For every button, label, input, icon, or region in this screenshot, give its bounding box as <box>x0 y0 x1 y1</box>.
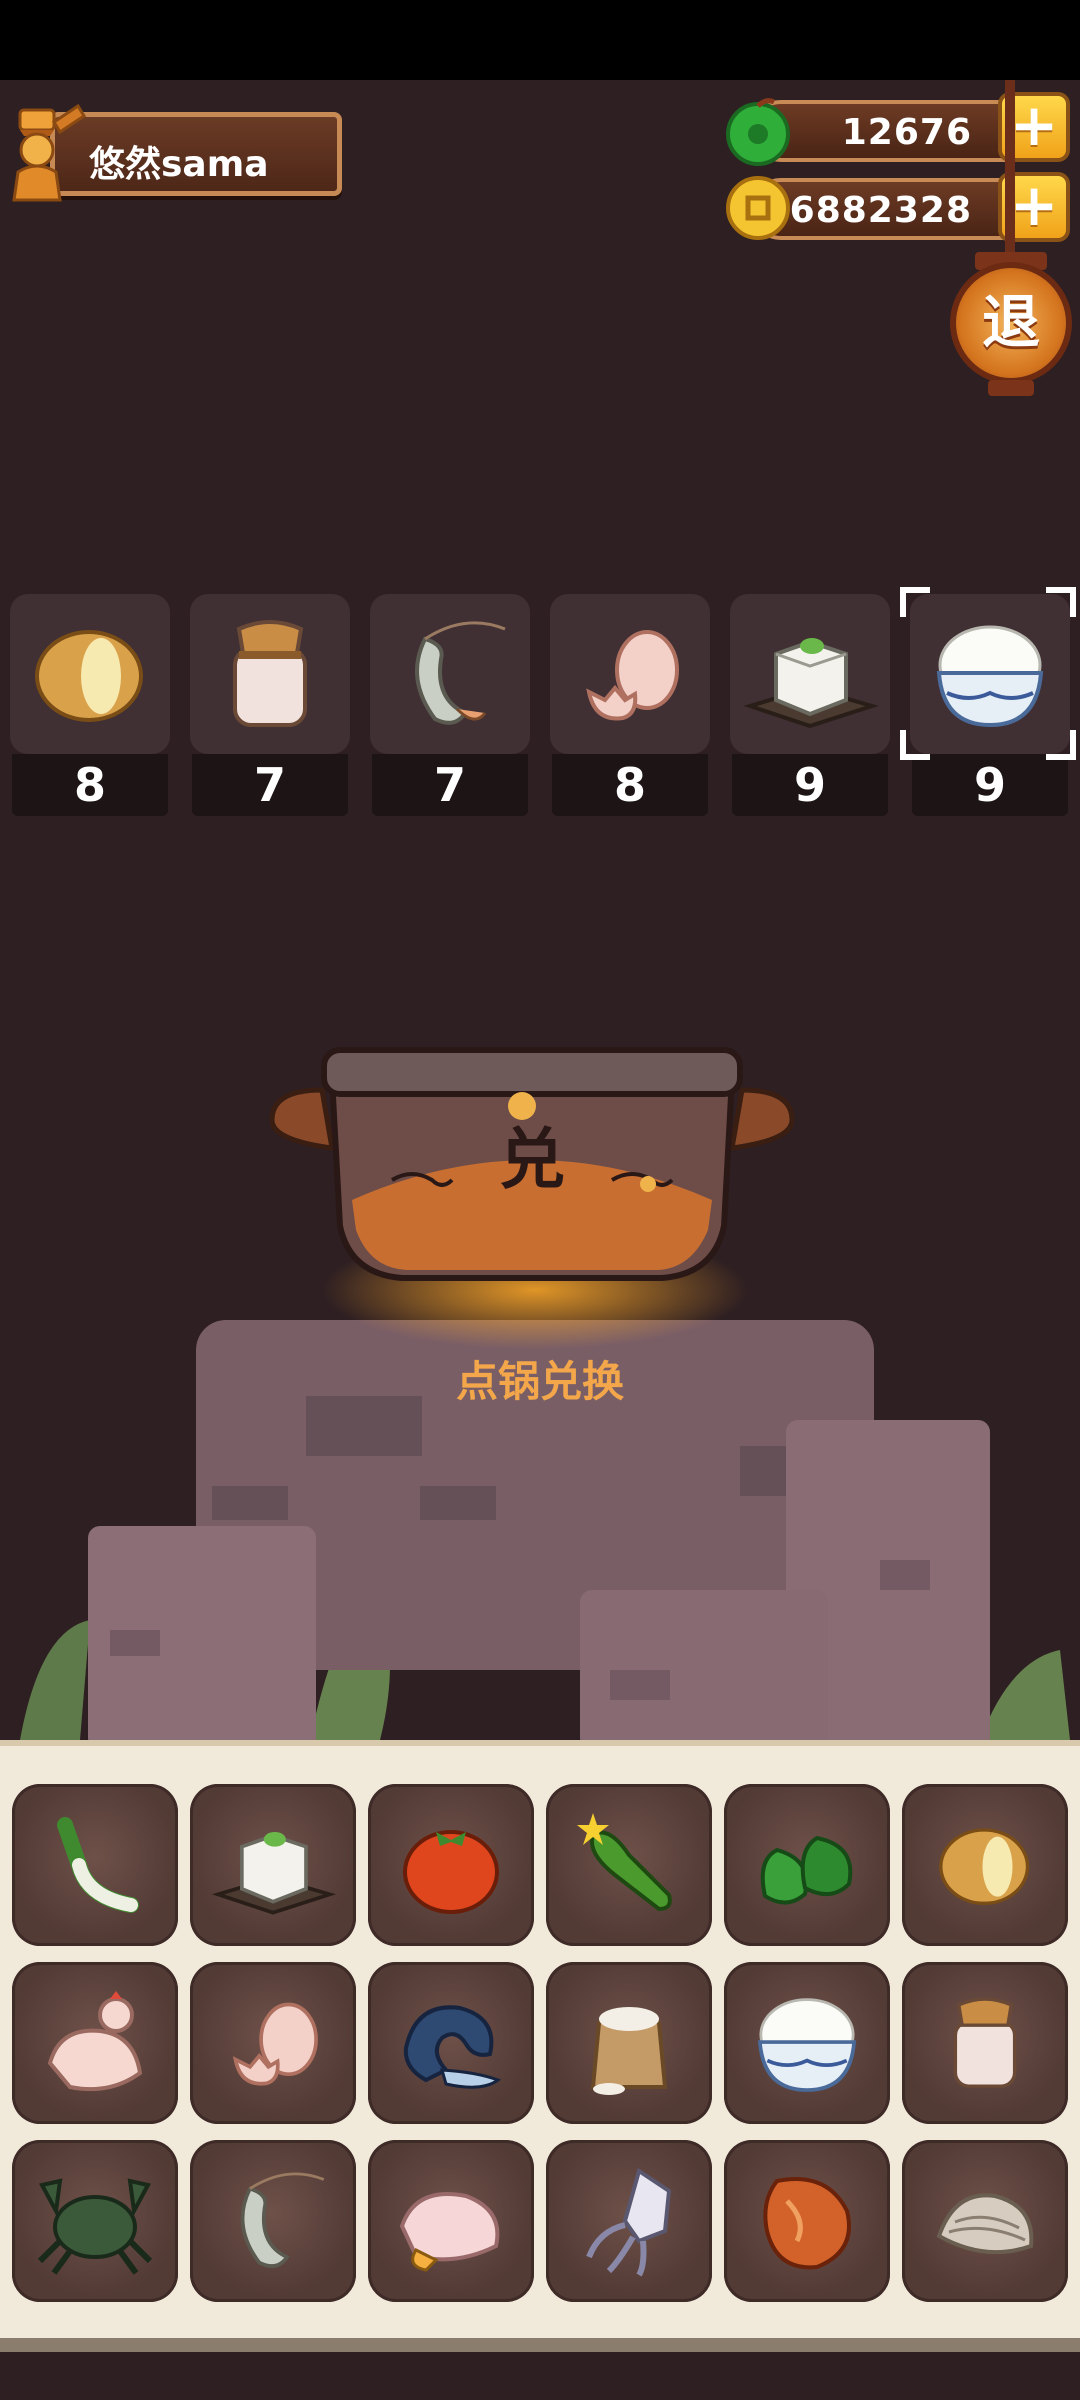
inventory-item-egg[interactable] <box>190 1962 356 2124</box>
selection-corner <box>1046 730 1076 760</box>
selection-corner <box>900 587 930 617</box>
inventory-item-jar[interactable] <box>902 1962 1068 2124</box>
inventory-item-tofu[interactable] <box>190 1784 356 1946</box>
player-name: 悠然sama <box>89 144 269 185</box>
shrimp-icon <box>240 2172 325 2268</box>
inventory-item-squid[interactable] <box>546 2140 712 2302</box>
recipe-slot-rice[interactable]: 9 <box>910 594 1070 816</box>
exit-lantern-foot <box>988 380 1034 396</box>
exchange-hint: 点锅兑换 <box>455 1357 624 1406</box>
pot-char: 兑 <box>499 1121 565 1198</box>
recipe-count: 9 <box>732 754 888 816</box>
coin-value: 6882328 <box>789 190 972 231</box>
duck-icon <box>399 2192 500 2272</box>
recipe-slot-shrimp[interactable]: 7 <box>370 594 530 816</box>
chef-avatar-icon[interactable] <box>4 102 86 202</box>
jar-icon <box>233 620 307 727</box>
recipe-slot-tofu[interactable]: 9 <box>730 594 890 816</box>
tomato-icon <box>403 1830 499 1914</box>
fish-icon <box>403 2005 502 2089</box>
exchange-pot-button[interactable]: 兑 <box>262 1030 802 1300</box>
inventory-panel <box>0 1740 1080 2350</box>
recipe-count: 7 <box>372 754 528 816</box>
player-name-plate[interactable]: 悠然sama <box>50 112 342 196</box>
tofu-icon <box>211 1832 337 1915</box>
shrimp-icon <box>415 621 506 725</box>
recipe-slot-jar[interactable]: 7 <box>190 594 350 816</box>
selection-corner <box>1046 587 1076 617</box>
gold-coin-icon <box>726 176 790 240</box>
inventory-item-rice[interactable] <box>724 1962 890 2124</box>
inventory-item-flour[interactable] <box>546 1962 712 2124</box>
rice-bowl-icon <box>757 1998 857 2092</box>
potato-icon <box>939 1828 1030 1905</box>
inventory-item-pepper[interactable] <box>724 1784 890 1946</box>
recipe-slot-potato[interactable]: 8 <box>10 594 170 816</box>
inventory-item-shrimp[interactable] <box>190 2140 356 2302</box>
recipe-slot-egg[interactable]: 8 <box>550 594 710 816</box>
inventory-item-chicken[interactable] <box>12 1962 178 2124</box>
flour-sack-icon <box>590 2007 668 2095</box>
recipe-count: 9 <box>912 754 1068 816</box>
rice-bowl-icon <box>936 625 1044 728</box>
inventory-item-meat[interactable] <box>724 2140 890 2302</box>
egg-icon <box>586 630 679 721</box>
inventory-item-clam[interactable] <box>902 2140 1068 2302</box>
inventory-item-tomato[interactable] <box>368 1784 534 1946</box>
inventory-item-cucumber[interactable] <box>546 1784 712 1946</box>
green-jade-icon <box>726 98 790 166</box>
green-pepper-icon <box>760 1835 853 1905</box>
exit-button[interactable]: 退 <box>950 262 1072 384</box>
jade-value: 12676 <box>841 112 972 153</box>
status-bar <box>0 0 1080 80</box>
exit-rope <box>1005 80 1015 270</box>
inventory-item-duck[interactable] <box>368 2140 534 2302</box>
cucumber-icon <box>577 1813 672 1912</box>
meat-icon <box>763 2177 851 2270</box>
inventory-item-crab[interactable] <box>12 2140 178 2302</box>
chicken-icon <box>47 1991 143 2092</box>
crab-icon <box>37 2178 153 2275</box>
inventory-item-leek[interactable] <box>12 1784 178 1946</box>
egg-icon <box>232 2002 318 2086</box>
clam-icon <box>936 2193 1034 2255</box>
leek-icon <box>57 1817 139 1913</box>
recipe-count: 8 <box>552 754 708 816</box>
squid-icon <box>586 2167 672 2277</box>
inventory-item-fish[interactable] <box>368 1962 534 2124</box>
recipe-count: 8 <box>12 754 168 816</box>
jar-icon <box>953 1997 1017 2088</box>
tofu-icon <box>743 638 879 729</box>
potato-icon <box>35 630 143 722</box>
panel-bottom-edge <box>0 2338 1080 2352</box>
inventory-item-potato[interactable] <box>902 1784 1068 1946</box>
recipe-count: 7 <box>192 754 348 816</box>
selection-corner <box>900 730 930 760</box>
